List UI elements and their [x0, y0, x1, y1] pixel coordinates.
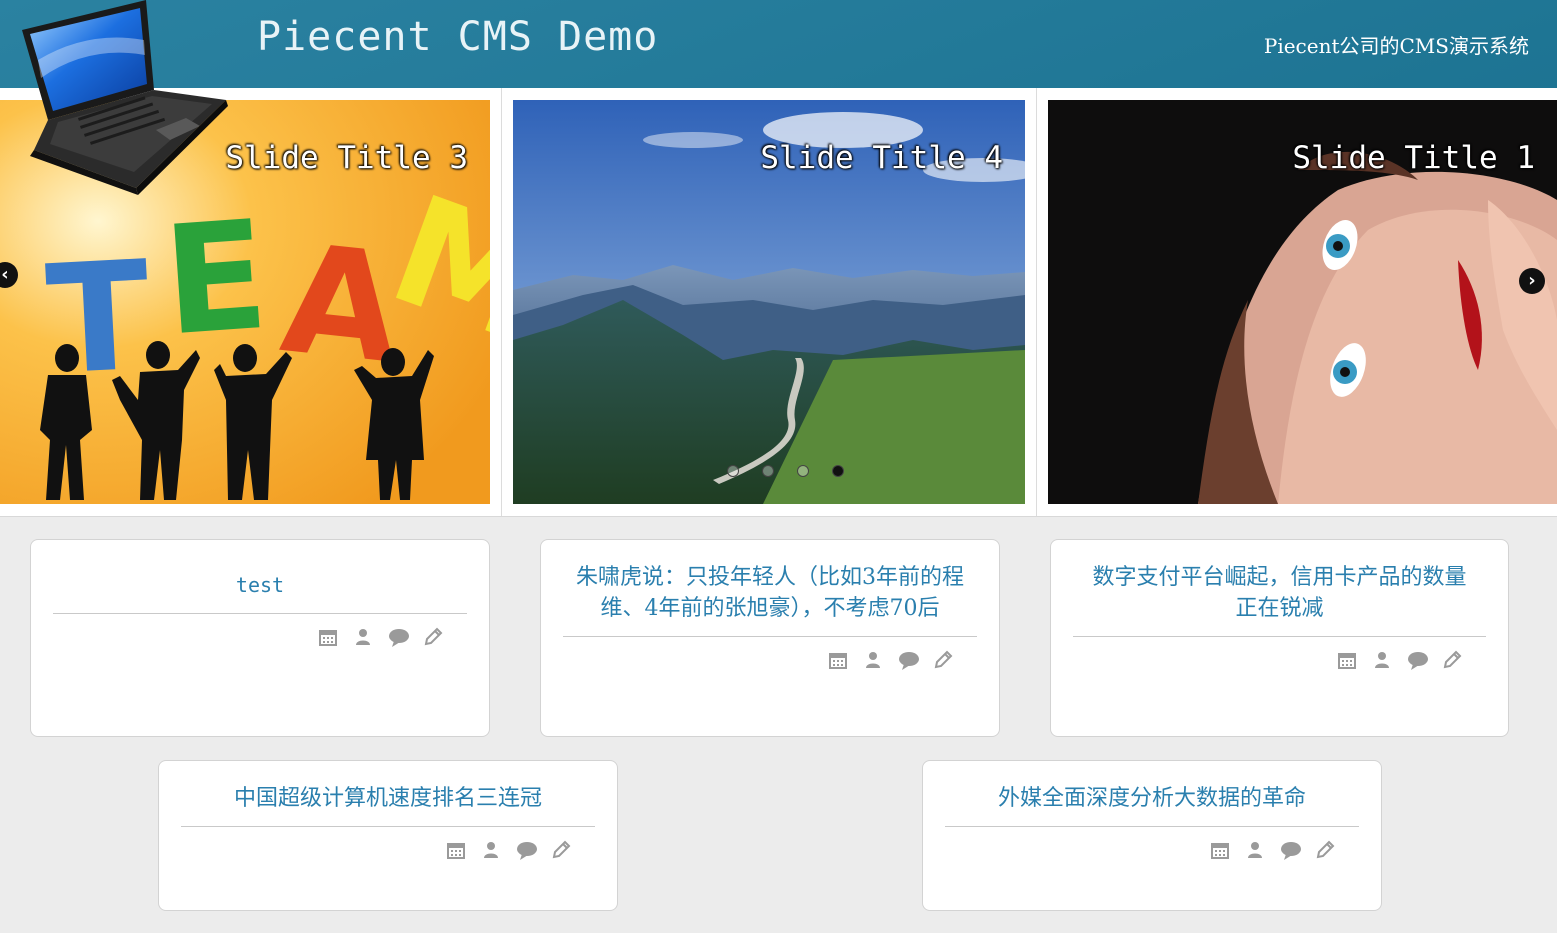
user-icon [353, 627, 373, 647]
article-meta [945, 827, 1359, 863]
slide-title: Slide Title 3 [225, 140, 468, 176]
slide-divider [501, 88, 502, 516]
slider-dot-active[interactable] [832, 465, 845, 477]
comment-icon[interactable] [898, 650, 919, 670]
chevron-right-icon[interactable]: › [1519, 268, 1545, 294]
comment-icon[interactable] [516, 840, 537, 860]
edit-icon[interactable] [551, 840, 571, 860]
calendar-icon [828, 650, 848, 670]
slide-title: Slide Title 1 [1292, 140, 1535, 176]
slide-title: Slide Title 4 [760, 140, 1003, 176]
article-meta [1073, 637, 1486, 673]
article-card: 数字支付平台崛起，信用卡产品的数量正在锐减 [1050, 539, 1509, 737]
slide-divider [1036, 88, 1037, 516]
user-icon [1372, 650, 1392, 670]
article-card: 中国超级计算机速度排名三连冠 [158, 760, 618, 911]
edit-icon[interactable] [1442, 650, 1462, 670]
article-card: 朱啸虎说：只投年轻人（比如3年前的程维、4年前的张旭豪），不考虑70后 [540, 539, 1000, 737]
article-card: test [30, 539, 490, 737]
article-title[interactable]: 数字支付平台崛起，信用卡产品的数量正在锐减 [1073, 562, 1486, 637]
article-meta [563, 637, 977, 673]
slide-portrait[interactable]: Slide Title 1 [1048, 100, 1557, 504]
article-title[interactable]: 外媒全面深度分析大数据的革命 [945, 783, 1359, 827]
site-title[interactable]: Piecent CMS Demo [257, 14, 658, 60]
calendar-icon [1210, 840, 1230, 860]
comment-icon[interactable] [1280, 840, 1301, 860]
comment-icon[interactable] [388, 627, 409, 647]
user-icon [481, 840, 501, 860]
user-icon [863, 650, 883, 670]
slider-dot[interactable] [727, 465, 739, 477]
article-meta [181, 827, 595, 863]
comment-icon[interactable] [1407, 650, 1428, 670]
slider-dot[interactable] [762, 465, 775, 477]
calendar-icon [318, 627, 338, 647]
calendar-icon [446, 840, 466, 860]
slider-dot[interactable] [797, 465, 810, 477]
laptop-icon[interactable] [8, 0, 228, 195]
image-slider: T E A M Slide Title 3 Slide Title 4 Slid… [0, 88, 1557, 517]
svg-text:E: E [159, 189, 273, 370]
article-title[interactable]: 朱啸虎说：只投年轻人（比如3年前的程维、4年前的张旭豪），不考虑70后 [563, 562, 977, 637]
edit-icon[interactable] [933, 650, 953, 670]
article-title[interactable]: test [53, 562, 467, 614]
site-subtitle: Piecent公司的CMS演示系统 [1263, 34, 1529, 58]
user-icon [1245, 840, 1265, 860]
article-card: 外媒全面深度分析大数据的革命 [922, 760, 1382, 911]
site-header: Piecent CMS Demo Piecent公司的CMS演示系统 [0, 0, 1557, 88]
article-meta [53, 614, 467, 650]
slider-pagination [727, 462, 862, 481]
edit-icon[interactable] [1315, 840, 1335, 860]
article-title[interactable]: 中国超级计算机速度排名三连冠 [181, 783, 595, 827]
slide-mountains[interactable]: Slide Title 4 [513, 100, 1025, 504]
edit-icon[interactable] [423, 627, 443, 647]
calendar-icon [1337, 650, 1357, 670]
